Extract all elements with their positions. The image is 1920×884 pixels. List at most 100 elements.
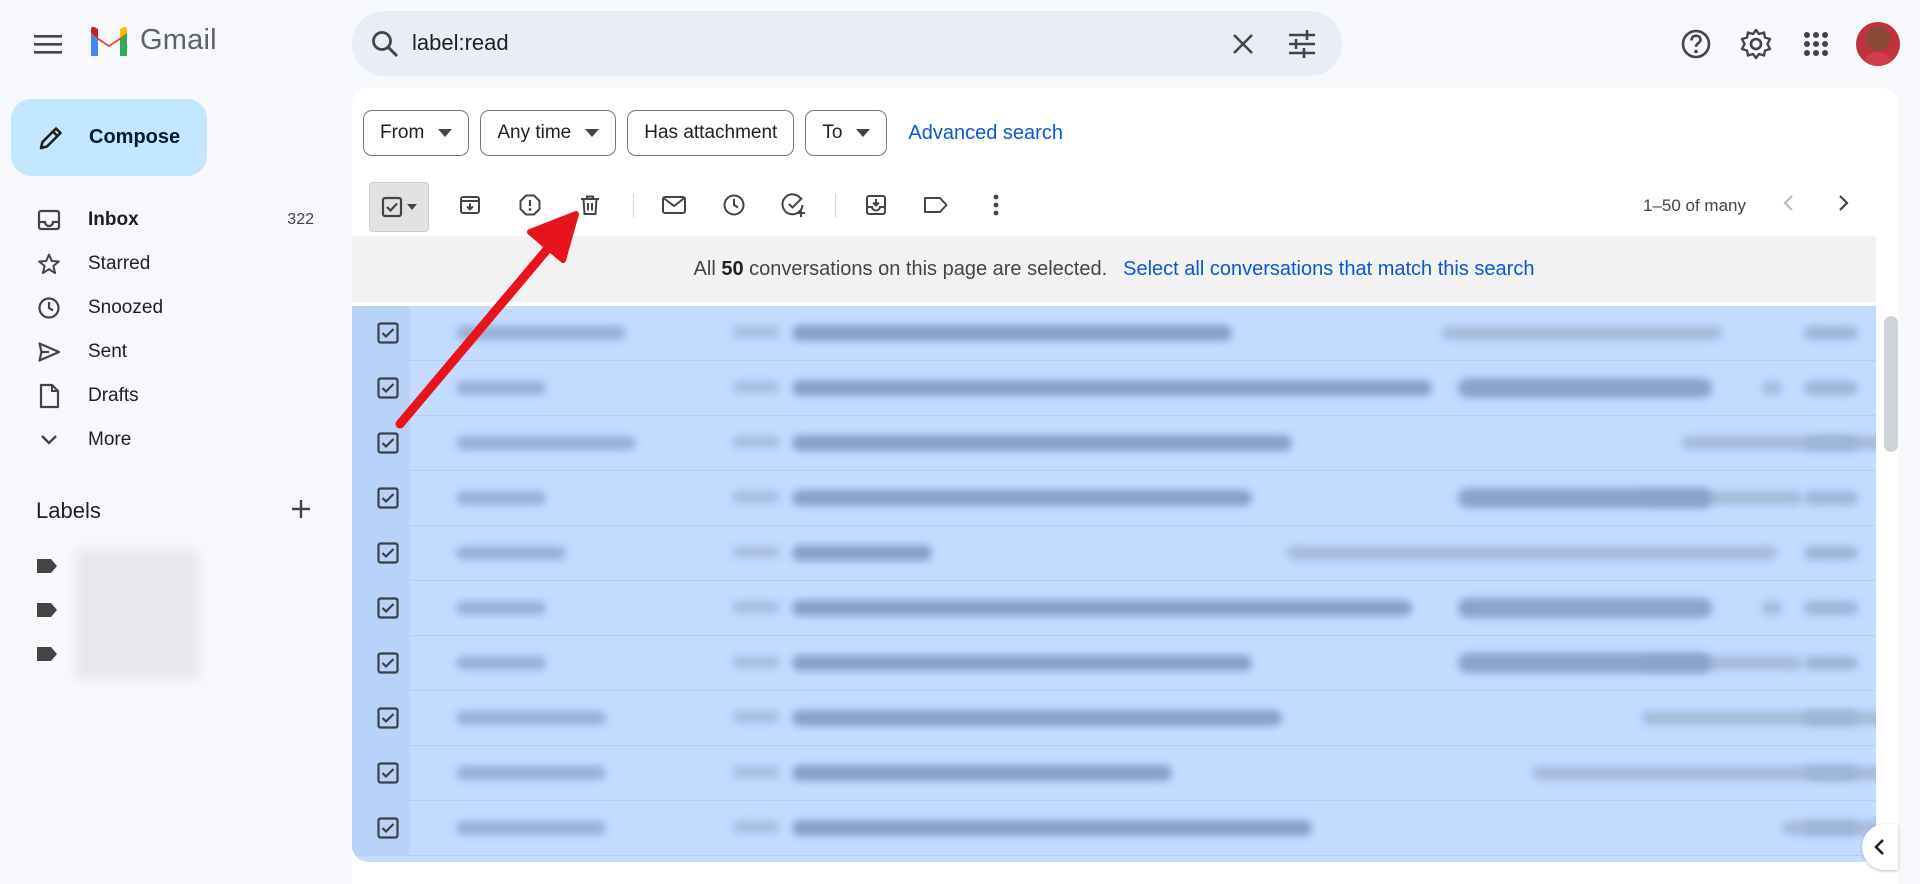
select-all-checkbox[interactable]	[369, 182, 429, 232]
row-checkbox[interactable]	[376, 541, 400, 565]
blurred-attachment	[1458, 598, 1712, 618]
more-actions-button[interactable]	[981, 190, 1011, 220]
blurred-subject	[792, 545, 932, 561]
add-to-tasks-button[interactable]	[779, 190, 809, 220]
older-page-button[interactable]	[1832, 192, 1854, 219]
blurred-date	[1804, 436, 1858, 450]
blurred-tag	[732, 821, 780, 833]
blurred-subject	[792, 710, 1282, 726]
table-row[interactable]	[352, 416, 1876, 471]
blurred-tag	[732, 546, 780, 558]
compose-button[interactable]: Compose	[11, 99, 207, 176]
search-icon[interactable]	[370, 29, 400, 64]
row-checkbox[interactable]	[376, 816, 400, 840]
table-row[interactable]	[352, 801, 1876, 856]
sidebar-item-drafts[interactable]: Drafts	[0, 374, 330, 418]
sidebar-nav: Inbox 322 Starred Snoozed Sent Drafts Mo…	[0, 198, 330, 462]
create-label-button[interactable]	[290, 498, 312, 525]
clear-search-icon[interactable]	[1230, 31, 1256, 62]
row-checkbox[interactable]	[376, 761, 400, 785]
inbox-icon	[36, 207, 62, 233]
account-avatar[interactable]	[1856, 22, 1900, 66]
caret-down-icon	[856, 129, 871, 137]
newer-page-button[interactable]	[1778, 192, 1800, 219]
blurred-date	[1804, 601, 1858, 615]
table-row[interactable]	[352, 746, 1876, 801]
move-to-button[interactable]	[861, 190, 891, 220]
row-checkbox[interactable]	[376, 486, 400, 510]
table-row[interactable]	[352, 471, 1876, 526]
sidebar-item-more[interactable]: More	[0, 418, 330, 462]
blurred-snippet	[1762, 601, 1782, 615]
blurred-tag	[732, 711, 780, 723]
label-tag-icon	[37, 647, 57, 661]
blurred-attachment	[1458, 488, 1712, 508]
filter-to-chip[interactable]: To	[805, 110, 888, 156]
label-item[interactable]	[36, 553, 58, 579]
app-name: Gmail	[140, 24, 217, 56]
row-checkbox[interactable]	[376, 321, 400, 345]
sidebar-item-label: Starred	[88, 253, 151, 274]
blurred-subject	[792, 600, 1412, 616]
blurred-snippet	[1442, 326, 1722, 340]
search-bar	[352, 11, 1342, 76]
table-row[interactable]	[352, 306, 1876, 361]
search-input[interactable]	[412, 23, 1172, 63]
search-filter-chips: From Any time Has attachment To Advanced…	[363, 110, 1063, 156]
sidebar-item-starred[interactable]: Starred	[0, 242, 330, 286]
label-item[interactable]	[36, 597, 58, 623]
select-all-matching-link[interactable]: Select all conversations that match this…	[1123, 258, 1534, 281]
table-row[interactable]	[352, 691, 1876, 746]
filter-has-attachment-chip[interactable]: Has attachment	[627, 110, 795, 156]
blurred-sender	[456, 601, 546, 615]
caret-down-icon	[438, 129, 453, 137]
archive-button[interactable]	[455, 190, 485, 220]
checkbox-checked-icon	[381, 196, 403, 218]
sidebar-item-snoozed[interactable]: Snoozed	[0, 286, 330, 330]
blurred-date	[1804, 326, 1858, 340]
sidebar-item-sent[interactable]: Sent	[0, 330, 330, 374]
envelope-icon	[662, 196, 686, 214]
table-row[interactable]	[352, 636, 1876, 691]
table-row[interactable]	[352, 526, 1876, 581]
support-button[interactable]	[1676, 24, 1716, 64]
scrollbar[interactable]	[1884, 316, 1898, 452]
filter-any-time-chip[interactable]: Any time	[480, 110, 617, 156]
side-panel-toggle[interactable]	[1862, 824, 1898, 870]
search-options-icon[interactable]	[1287, 29, 1315, 64]
blurred-tag	[732, 491, 780, 503]
row-checkbox[interactable]	[376, 376, 400, 400]
labels-heading: Labels	[36, 498, 101, 523]
filter-from-chip[interactable]: From	[363, 110, 470, 156]
sidebar-item-label: Snoozed	[88, 297, 164, 318]
gear-icon	[1740, 28, 1772, 60]
trash-icon	[581, 195, 599, 215]
main-menu-button[interactable]	[30, 26, 66, 62]
settings-button[interactable]	[1736, 24, 1776, 64]
blurred-attachment	[1458, 378, 1712, 398]
labels-button[interactable]	[921, 190, 951, 220]
advanced-search-link[interactable]: Advanced search	[908, 122, 1063, 145]
label-item[interactable]	[36, 641, 58, 667]
table-row[interactable]	[352, 361, 1876, 416]
blurred-subject	[792, 435, 1292, 451]
blurred-attachment	[1458, 653, 1712, 673]
more-vertical-icon	[993, 194, 999, 216]
blurred-snippet	[1762, 381, 1782, 395]
delete-button[interactable]	[575, 190, 605, 220]
row-checkbox[interactable]	[376, 706, 400, 730]
row-checkbox[interactable]	[376, 596, 400, 620]
sidebar-item-inbox[interactable]: Inbox 322	[0, 198, 330, 242]
chip-label: Any time	[497, 122, 572, 143]
row-checkbox[interactable]	[376, 651, 400, 675]
plus-icon	[292, 500, 310, 518]
snooze-button[interactable]	[719, 190, 749, 220]
row-checkbox[interactable]	[376, 431, 400, 455]
gmail-logo[interactable]: Gmail	[88, 24, 217, 57]
mark-as-read-button[interactable]	[659, 190, 689, 220]
blurred-sender	[456, 821, 606, 835]
report-spam-button[interactable]	[515, 190, 545, 220]
sidebar-item-label: Drafts	[88, 385, 139, 406]
apps-button[interactable]	[1796, 24, 1836, 64]
table-row[interactable]	[352, 581, 1876, 636]
